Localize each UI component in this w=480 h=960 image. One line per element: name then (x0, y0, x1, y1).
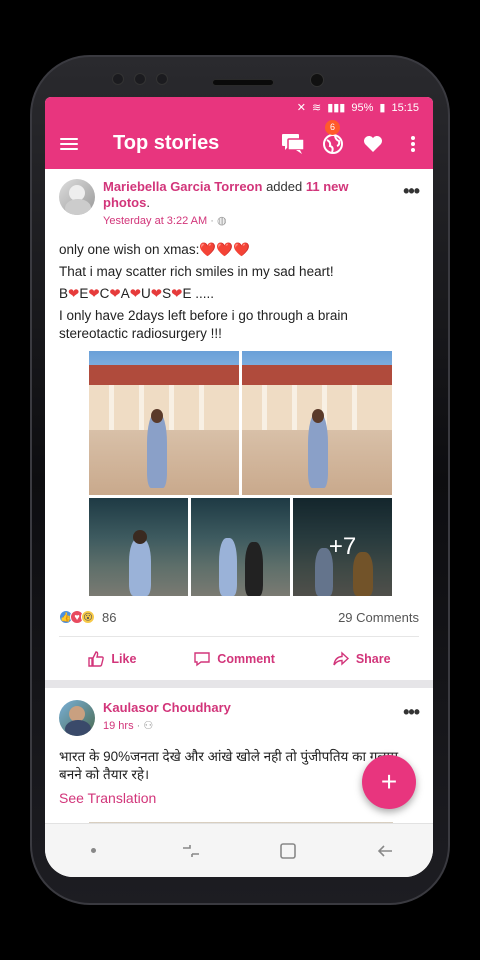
home-icon (279, 842, 296, 859)
avatar[interactable] (59, 179, 95, 215)
globe-icon: · ◍ (210, 215, 227, 227)
favorites-button[interactable] (353, 124, 393, 164)
create-post-button[interactable]: + (362, 755, 416, 809)
post-card: Mariebella Garcia Torreon added 11 new p… (45, 169, 433, 680)
post-author-line: Kaulasor Choudhary 19 hrs · ⚇ (103, 700, 388, 736)
post-body: only one wish on xmas:❤️❤️❤️ That i may … (45, 241, 419, 343)
notifications-button[interactable]: 6 (313, 119, 353, 164)
sensor-icon (134, 73, 146, 85)
share-label: Share (355, 651, 391, 666)
post-more-button[interactable]: ••• (403, 181, 420, 202)
status-bar: ✕ ≋ ▮▮▮ 95% ▮ 15:15 (45, 97, 433, 118)
post-line: only one wish on xmas:❤️❤️❤️ (59, 241, 419, 259)
friends-icon: · ⚇ (136, 720, 154, 732)
avatar[interactable] (59, 700, 95, 736)
author-name[interactable]: Mariebella Garcia Torreon (103, 179, 262, 194)
post-timestamp[interactable]: Yesterday at 3:22 AM (103, 215, 207, 227)
letter: S (162, 286, 172, 301)
mute-icon: ✕ (296, 102, 306, 114)
heart-emoji: ❤ (68, 286, 80, 301)
photo[interactable] (89, 351, 239, 495)
menu-button[interactable] (45, 137, 93, 150)
post-actions: Like Comment Share (59, 636, 419, 680)
front-camera-icon (310, 73, 324, 87)
letter: C (99, 286, 110, 301)
post-more-button[interactable]: ••• (403, 702, 420, 723)
sensor-icon (112, 73, 124, 85)
battery-icon: ▮ (379, 102, 386, 114)
wifi-icon: ≋ (311, 102, 322, 114)
messages-icon (282, 133, 305, 154)
comment-button[interactable]: Comment (193, 650, 275, 668)
heart-emoji: ❤ (129, 286, 142, 301)
menu-icon (60, 137, 78, 150)
dot-icon (91, 848, 96, 853)
back-button[interactable] (365, 831, 405, 871)
messages-button[interactable] (273, 124, 313, 164)
post-header: Kaulasor Choudhary 19 hrs · ⚇ ••• (59, 700, 420, 736)
comment-icon (194, 651, 210, 666)
letter: E (79, 286, 89, 301)
post-divider (45, 680, 433, 688)
post-line-because: B❤E❤C❤A❤U❤S❤E ..... (59, 285, 419, 303)
photo-gallery: +7 (89, 351, 393, 596)
status-time: 15:15 (391, 101, 419, 114)
photo[interactable] (191, 498, 290, 596)
photo-more[interactable]: +7 (293, 498, 392, 596)
signal-icon: ▮▮▮ (327, 102, 346, 114)
share-button[interactable]: Share (332, 650, 391, 668)
letter: B (59, 286, 69, 301)
globe-notifications-icon (323, 133, 343, 154)
action-suffix: . (146, 195, 150, 210)
sensor-icon (156, 73, 168, 85)
heart-emoji: ❤️❤️❤️ (199, 242, 250, 257)
photo[interactable] (89, 498, 188, 596)
screen: ✕ ≋ ▮▮▮ 95% ▮ 15:15 Top stories 6 Marieb… (45, 97, 433, 877)
post-line: I only have 2days left before i go throu… (59, 308, 348, 341)
post-line: That i may scatter rich smiles in my sad… (59, 264, 334, 279)
like-label: Like (111, 651, 137, 666)
reaction-summary[interactable]: 👍 ♥ 😮 86 29 Comments (59, 606, 419, 628)
earpiece-speaker (212, 79, 274, 86)
app-bar: Top stories 6 (45, 118, 433, 169)
home-button[interactable] (268, 831, 308, 871)
author-action: added (266, 179, 303, 194)
like-button[interactable]: Like (87, 650, 136, 668)
more-photos-label: +7 (293, 498, 392, 596)
post-line-text: only one wish on xmas: (59, 242, 200, 257)
heart-emoji: ❤ (150, 286, 163, 301)
comment-label: Comment (217, 651, 275, 666)
comments-count[interactable]: 29 Comments (338, 610, 419, 625)
more-vert-icon (411, 135, 415, 152)
recent-apps-icon (182, 844, 199, 857)
letter: U (141, 286, 151, 301)
heart-emoji: ❤ (171, 286, 183, 301)
back-arrow-icon (377, 844, 392, 857)
letter: ..... (191, 286, 214, 301)
plus-icon: + (380, 766, 398, 797)
reaction-count: 86 (102, 609, 117, 625)
wow-reaction-icon: 😮 (81, 610, 95, 624)
post-time: 19 hrs · ⚇ (103, 718, 388, 734)
post-timestamp[interactable]: 19 hrs (103, 720, 134, 732)
notification-badge: 6 (325, 119, 340, 135)
post-author-line: Mariebella Garcia Torreon added 11 new p… (103, 179, 388, 229)
news-feed[interactable]: Mariebella Garcia Torreon added 11 new p… (45, 169, 433, 823)
share-icon (333, 650, 349, 666)
nav-dot-button[interactable] (74, 831, 114, 871)
letter: A (120, 286, 130, 301)
system-nav-bar (45, 823, 433, 877)
thumbs-up-icon (88, 650, 105, 667)
page-title: Top stories (113, 132, 220, 154)
heart-emoji: ❤ (109, 286, 121, 301)
photo[interactable] (242, 351, 392, 495)
heart-emoji: ❤ (88, 286, 100, 301)
more-options-button[interactable] (393, 124, 433, 164)
author-name[interactable]: Kaulasor Choudhary (103, 700, 231, 715)
post-time: Yesterday at 3:22 AM · ◍ (103, 213, 388, 229)
recent-apps-button[interactable] (171, 831, 211, 871)
battery-percent: 95% (351, 101, 374, 114)
heart-icon (364, 135, 382, 152)
post-header: Mariebella Garcia Torreon added 11 new p… (59, 179, 420, 229)
